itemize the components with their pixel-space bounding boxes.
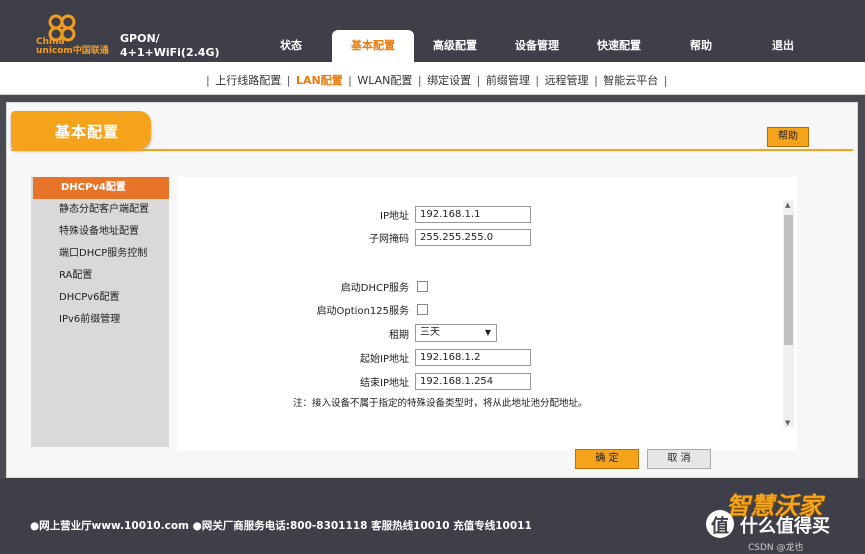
start-ip-label: 起始IP地址 bbox=[360, 353, 409, 365]
sidebar-item-static-clients[interactable]: 静态分配客户端配置 bbox=[31, 199, 169, 221]
footer-contact: ●网上营业厅www.10010.com ●网关厂商服务电话:800-830111… bbox=[30, 520, 532, 532]
watermark-sub: CSDN @龙也 bbox=[748, 543, 804, 553]
cancel-button[interactable]: 取 消 bbox=[647, 449, 711, 469]
top-header: China unicom中国联通 GPON/ 4+1+WiFi(2.4G) 状态… bbox=[0, 0, 865, 62]
lease-value: 三天 bbox=[420, 327, 440, 338]
page-title-tab: 基本配置 bbox=[11, 111, 151, 149]
chevron-down-icon: ▼ bbox=[484, 328, 491, 337]
model-line1: GPON/ bbox=[120, 32, 160, 45]
sidebar-item-special-devices[interactable]: 特殊设备地址配置 bbox=[31, 221, 169, 243]
start-ip-field[interactable] bbox=[415, 348, 531, 366]
start-ip-row: 起始IP地址 bbox=[177, 348, 531, 366]
ip-row: IP地址 bbox=[177, 205, 531, 223]
option125-label: 启动Option125服务 bbox=[316, 305, 409, 317]
lease-label: 租期 bbox=[389, 329, 409, 341]
main-panel: 基本配置 帮助 DHCPv4配置 静态分配客户端配置 特殊设备地址配置 端口DH… bbox=[6, 102, 858, 478]
nav-logout[interactable]: 退出 bbox=[742, 30, 824, 62]
subnav-prefix[interactable]: 前缀管理 bbox=[486, 74, 530, 87]
form-scrollbar[interactable]: ▲ ▼ bbox=[783, 201, 794, 427]
end-ip-label: 结束IP地址 bbox=[360, 377, 409, 389]
title-divider bbox=[11, 149, 853, 151]
sidebar-item-ra[interactable]: RA配置 bbox=[31, 265, 169, 287]
model-line2: 4+1+WiFi(2.4G) bbox=[120, 46, 220, 59]
sidebar: DHCPv4配置 静态分配客户端配置 特殊设备地址配置 端口DHCP服务控制 R… bbox=[31, 177, 169, 447]
lease-select[interactable]: 三天 ▼ bbox=[415, 324, 497, 342]
help-button[interactable]: 帮助 bbox=[767, 127, 809, 147]
subnav-cloud[interactable]: 智能云平台 bbox=[603, 74, 658, 87]
dhcp-row: 启动DHCP服务 bbox=[177, 277, 428, 295]
confirm-button[interactable]: 确 定 bbox=[575, 449, 639, 469]
subnav-uplink[interactable]: 上行线路配置 bbox=[215, 74, 281, 87]
mask-label: 子网掩码 bbox=[369, 233, 409, 245]
watermark-text: 什么值得买 bbox=[740, 516, 830, 537]
subnav-lan[interactable]: LAN配置 bbox=[296, 74, 343, 87]
sidebar-item-port-dhcp[interactable]: 端口DHCP服务控制 bbox=[31, 243, 169, 265]
ip-address-field[interactable] bbox=[415, 205, 531, 223]
sidebar-item-dhcpv4[interactable]: DHCPv4配置 bbox=[33, 177, 169, 199]
option125-row: 启动Option125服务 bbox=[177, 300, 428, 318]
subnav-links: | 上行线路配置 | LAN配置 | WLAN配置 | 绑定设置 | 前缀管理 … bbox=[206, 74, 668, 87]
nav-basic-config[interactable]: 基本配置 bbox=[332, 30, 414, 62]
nav-status[interactable]: 状态 bbox=[250, 30, 332, 62]
device-model: GPON/ 4+1+WiFi(2.4G) bbox=[120, 32, 220, 60]
scroll-thumb[interactable] bbox=[784, 215, 793, 345]
ip-label: IP地址 bbox=[380, 210, 409, 222]
nav-advanced-config[interactable]: 高级配置 bbox=[414, 30, 496, 62]
footer: ●网上营业厅www.10010.com ●网关厂商服务电话:800-830111… bbox=[0, 478, 865, 554]
nav-device-management[interactable]: 设备管理 bbox=[496, 30, 578, 62]
form-area: IP地址 子网掩码 启动DHCP服务 启动Option125服务 租期 三天 ▼… bbox=[177, 177, 797, 451]
sidebar-item-ipv6-prefix[interactable]: IPv6前缀管理 bbox=[31, 309, 169, 331]
subnav-binding[interactable]: 绑定设置 bbox=[427, 74, 471, 87]
subnav-wlan[interactable]: WLAN配置 bbox=[357, 74, 412, 87]
main-nav: 状态 基本配置 高级配置 设备管理 快速配置 帮助 退出 bbox=[250, 30, 824, 62]
option125-checkbox[interactable] bbox=[417, 303, 428, 315]
watermark-icon: 值 bbox=[706, 510, 734, 538]
logo-line2: unicom中国联通 bbox=[36, 46, 109, 56]
dhcp-checkbox[interactable] bbox=[417, 280, 428, 292]
sidebar-item-dhcpv6[interactable]: DHCPv6配置 bbox=[31, 287, 169, 309]
dhcp-label: 启动DHCP服务 bbox=[340, 282, 409, 294]
mask-row: 子网掩码 bbox=[177, 228, 531, 246]
subnet-mask-field[interactable] bbox=[415, 228, 531, 246]
scroll-down-icon[interactable]: ▼ bbox=[785, 419, 790, 427]
lease-row: 租期 三天 ▼ bbox=[177, 324, 497, 342]
page-title: 基本配置 bbox=[55, 123, 120, 141]
sub-nav: | 上行线路配置 | LAN配置 | WLAN配置 | 绑定设置 | 前缀管理 … bbox=[0, 62, 865, 95]
nav-help[interactable]: 帮助 bbox=[660, 30, 742, 62]
logo-text: China unicom中国联通 bbox=[36, 38, 109, 56]
nav-quick-config[interactable]: 快速配置 bbox=[578, 30, 660, 62]
scroll-up-icon[interactable]: ▲ bbox=[785, 201, 790, 209]
end-ip-field[interactable] bbox=[415, 372, 531, 390]
pool-note: 注：接入设备不属于指定的特殊设备类型时，将从此地址池分配地址。 bbox=[293, 398, 588, 409]
end-ip-row: 结束IP地址 bbox=[177, 372, 531, 390]
subnav-remote[interactable]: 远程管理 bbox=[545, 74, 589, 87]
